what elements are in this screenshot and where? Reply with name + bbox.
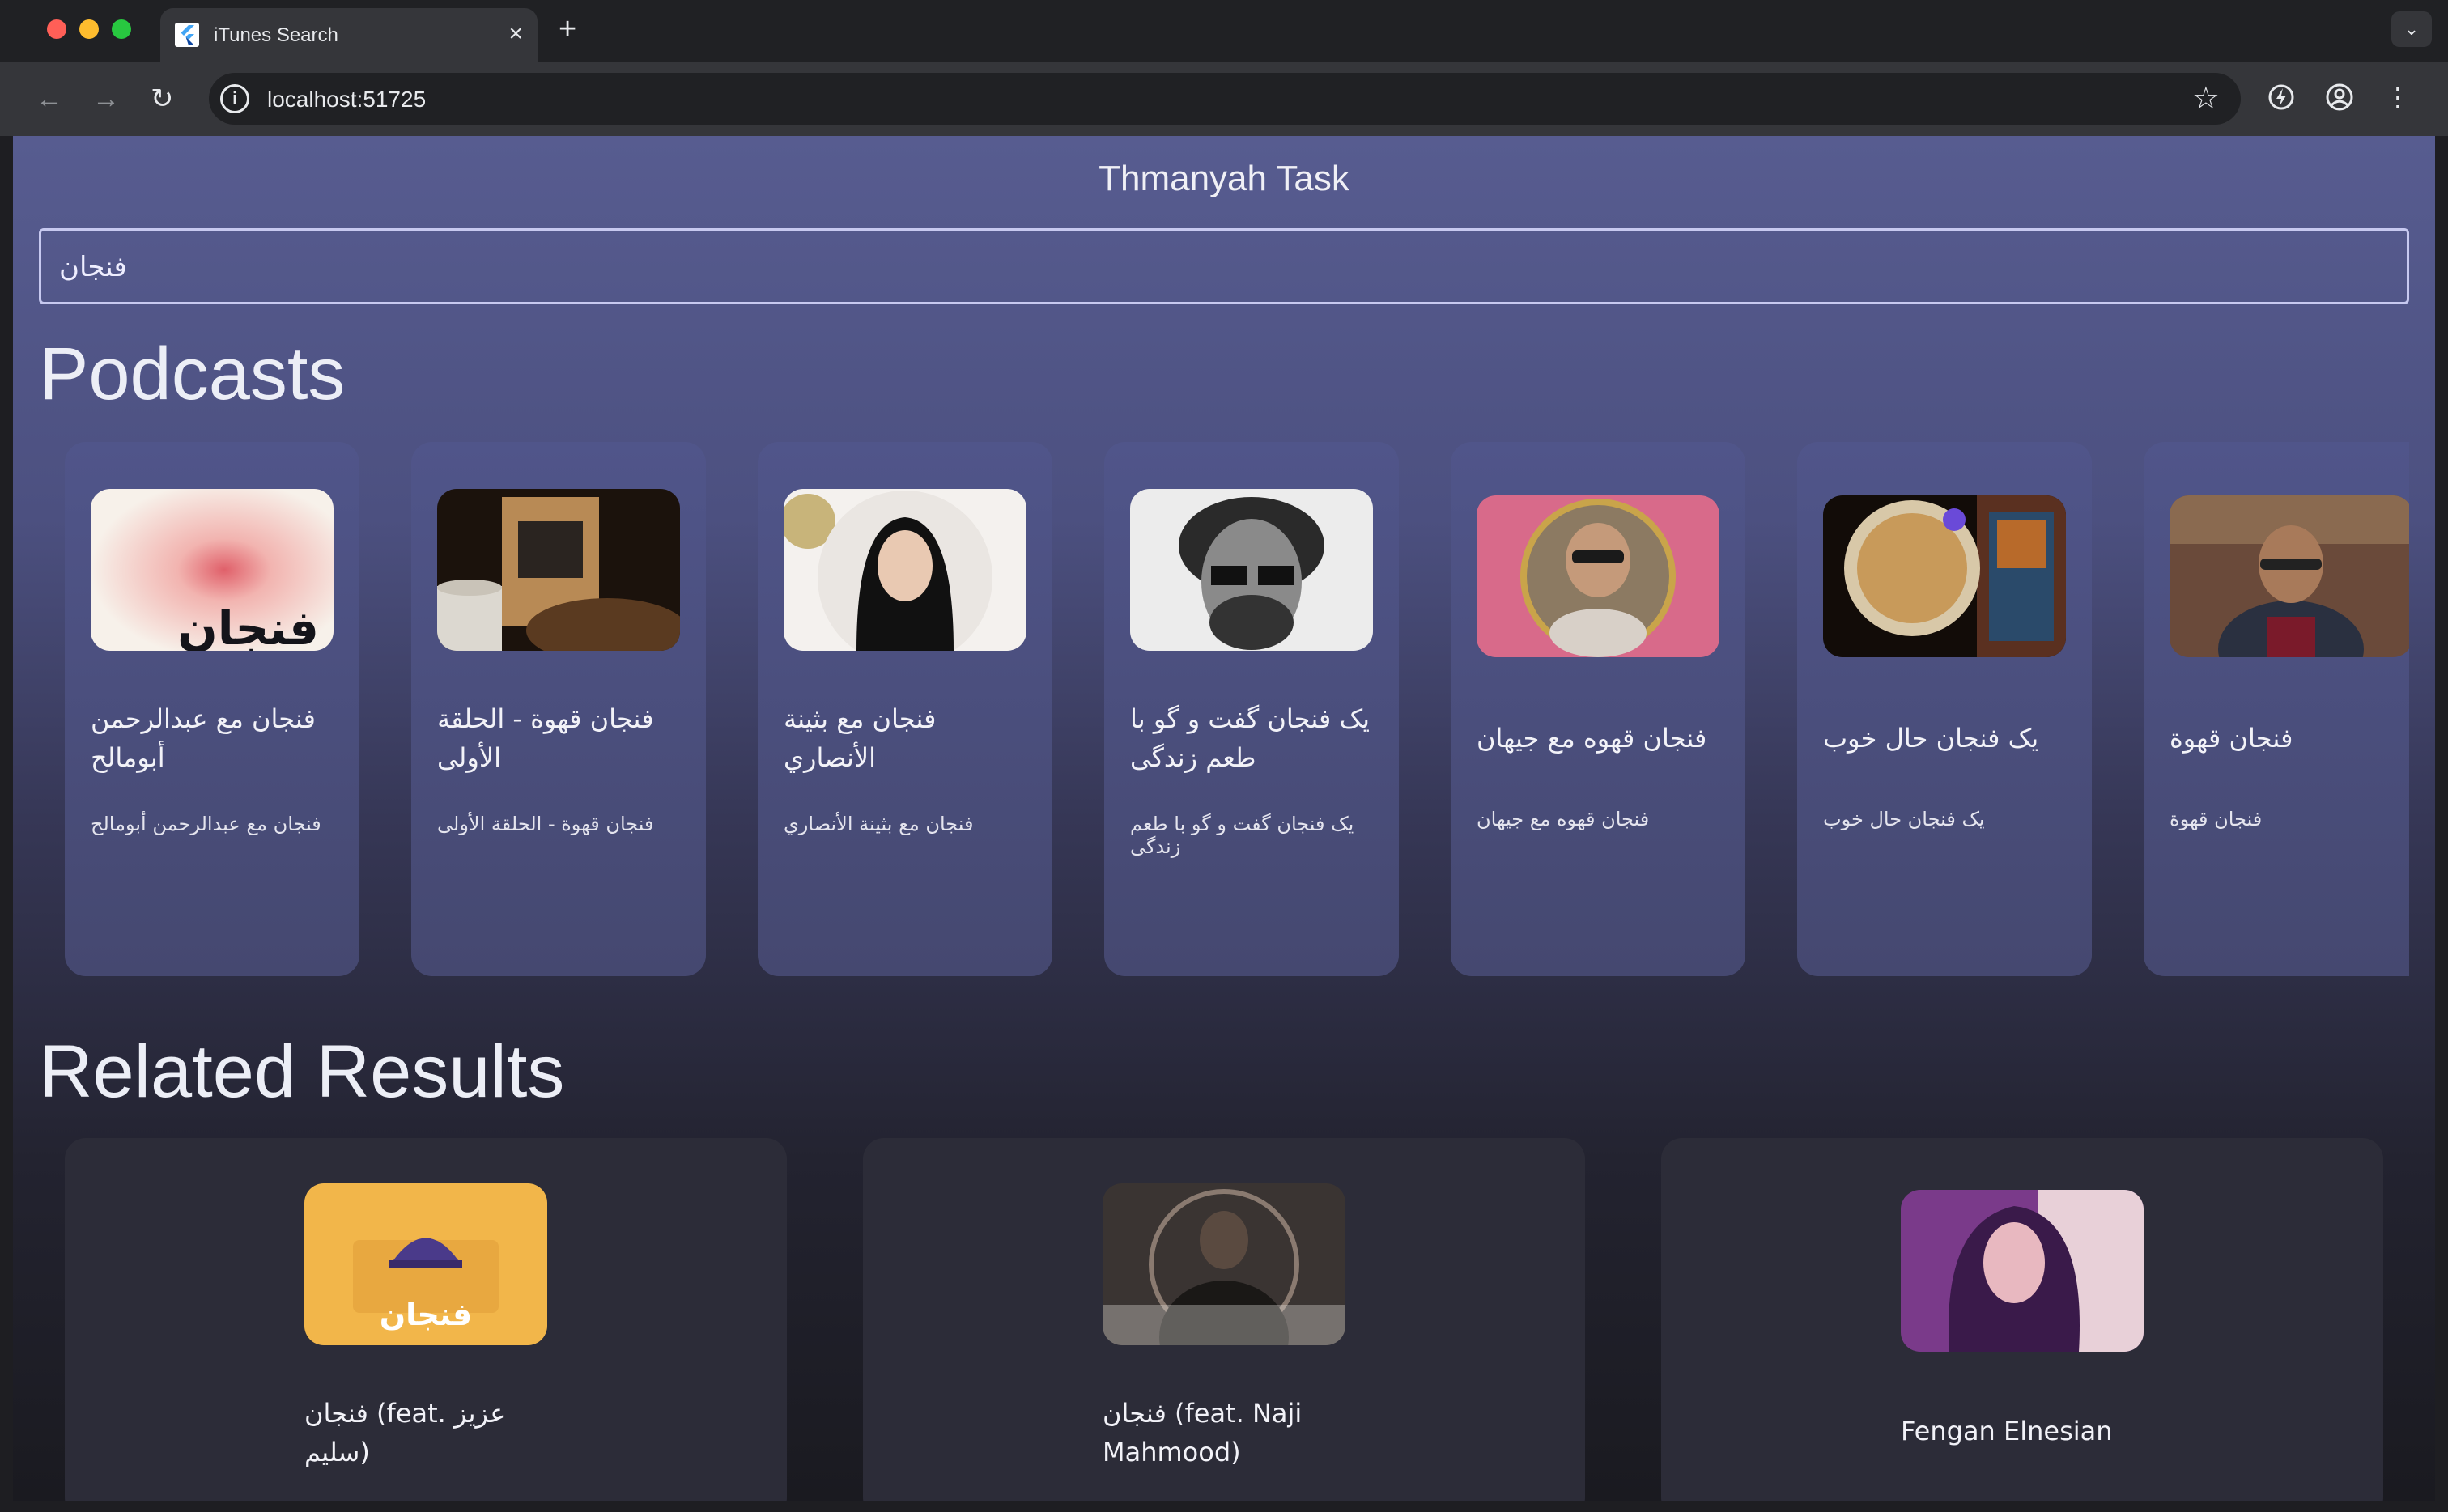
tab-title: iTunes Search [214, 24, 338, 46]
podcast-subtitle: فنجان مع بثينة الأنصاري [784, 813, 974, 835]
podcast-card[interactable]: یک فنجان حال خوب یک فنجان حال خوب [1797, 442, 2092, 976]
podcast-card[interactable]: فنجان قهوه مع جيهان فنجان قهوه مع جيهان [1451, 442, 1745, 976]
podcast-card[interactable]: یک فنجان گفت و گو با طعم زندگی یک فنجان … [1104, 442, 1399, 976]
podcast-subtitle: فنجان قهوة - الحلقة الأولى [437, 813, 654, 835]
result-title: فنجان (feat. عزيز سليم) [304, 1398, 506, 1467]
plus-icon[interactable]: + [559, 11, 576, 47]
related-results-heading: Related Results [39, 1030, 565, 1113]
result-artwork [1901, 1190, 2144, 1352]
podcast-title: فنجان قهوه مع جيهان [1477, 723, 1707, 754]
address-bar[interactable]: i localhost:51725 ☆ [209, 73, 2241, 125]
result-title: Fengan Elnesian [1901, 1416, 2113, 1446]
podcast-subtitle: یک فنجان گفت و گو با طعم زندگی [1130, 813, 1354, 858]
related-result-card[interactable]: Fengan Elnesian [1661, 1138, 2383, 1501]
back-arrow-icon[interactable]: ← [36, 81, 63, 117]
podcast-title: فنجان مع بثينة الأنصاري [784, 703, 937, 773]
app-viewport: Thmanyah Task Podcasts فنجان فنجان مع عب… [13, 136, 2435, 1501]
search-field[interactable] [39, 228, 2409, 304]
window-zoom-button[interactable] [112, 19, 131, 39]
profile-icon[interactable] [2322, 79, 2357, 115]
podcast-card[interactable]: فنجان فنجان مع عبدالرحمن أبومالح فنجان م… [65, 442, 359, 976]
kebab-menu-icon[interactable]: ⋮ [2380, 79, 2416, 115]
podcast-carousel[interactable]: فنجان فنجان مع عبدالرحمن أبومالح فنجان م… [65, 442, 2409, 976]
browser-toolbar: ← → ↻ i localhost:51725 ☆ ⋮ [0, 62, 2448, 136]
podcast-title: یک فنجان حال خوب [1823, 723, 2039, 754]
chevron-down-icon[interactable]: ⌄ [2391, 11, 2432, 47]
podcast-subtitle: فنجان قهوه مع جيهان [1477, 808, 1650, 830]
browser-tab-strip: iTunes Search × + ⌄ [0, 0, 2448, 62]
podcast-card[interactable]: فنجان قهوة فنجان قهوة [2144, 442, 2409, 976]
close-icon[interactable]: × [508, 19, 523, 49]
forward-arrow-icon[interactable]: → [92, 81, 120, 117]
related-result-card[interactable]: فنجان فنجان (feat. عزيز سليم) [65, 1138, 787, 1501]
podcast-subtitle: یک فنجان حال خوب [1823, 808, 1985, 830]
podcast-artwork-text: فنجان [177, 601, 319, 651]
info-icon[interactable]: i [220, 84, 249, 113]
window-close-button[interactable] [47, 19, 66, 39]
result-title: فنجان (feat. Naji Mahmood) [1103, 1398, 1303, 1467]
podcast-artwork [784, 489, 1026, 651]
podcast-artwork: فنجان [91, 489, 334, 651]
podcast-card[interactable]: فنجان قهوة - الحلقة الأولى فنجان قهوة - … [411, 442, 706, 976]
window-minimize-button[interactable] [79, 19, 99, 39]
podcast-artwork [2170, 495, 2409, 657]
reload-icon[interactable]: ↻ [151, 81, 174, 117]
browser-tab[interactable]: iTunes Search × [160, 8, 538, 62]
result-artwork [1103, 1183, 1345, 1345]
star-icon[interactable]: ☆ [2192, 81, 2220, 117]
podcast-title: فنجان مع عبدالرحمن أبومالح [91, 703, 316, 773]
podcast-artwork [437, 489, 680, 651]
app-title: Thmanyah Task [1099, 159, 1349, 198]
podcast-artwork [1477, 495, 1719, 657]
podcasts-heading: Podcasts [39, 333, 346, 415]
podcast-artwork [1130, 489, 1373, 651]
podcast-subtitle: فنجان مع عبدالرحمن أبومالح [91, 813, 321, 835]
extension-icon[interactable] [2263, 79, 2299, 115]
podcast-artwork [1823, 495, 2066, 657]
podcast-card[interactable]: فنجان مع بثينة الأنصاري فنجان مع بثينة ا… [758, 442, 1052, 976]
related-result-card[interactable]: فنجان (feat. Naji Mahmood) [863, 1138, 1585, 1501]
flutter-icon [175, 23, 199, 47]
podcast-subtitle: فنجان قهوة [2170, 808, 2263, 830]
podcast-title: یک فنجان گفت و گو با طعم زندگی [1130, 703, 1370, 773]
search-input[interactable] [59, 247, 2391, 287]
url-text[interactable]: localhost:51725 [267, 87, 426, 113]
result-artwork: فنجان [304, 1183, 547, 1345]
podcast-title: فنجان قهوة - الحلقة الأولى [437, 703, 654, 773]
result-artwork-text: فنجان [379, 1297, 473, 1332]
podcast-title: فنجان قهوة [2170, 723, 2293, 754]
